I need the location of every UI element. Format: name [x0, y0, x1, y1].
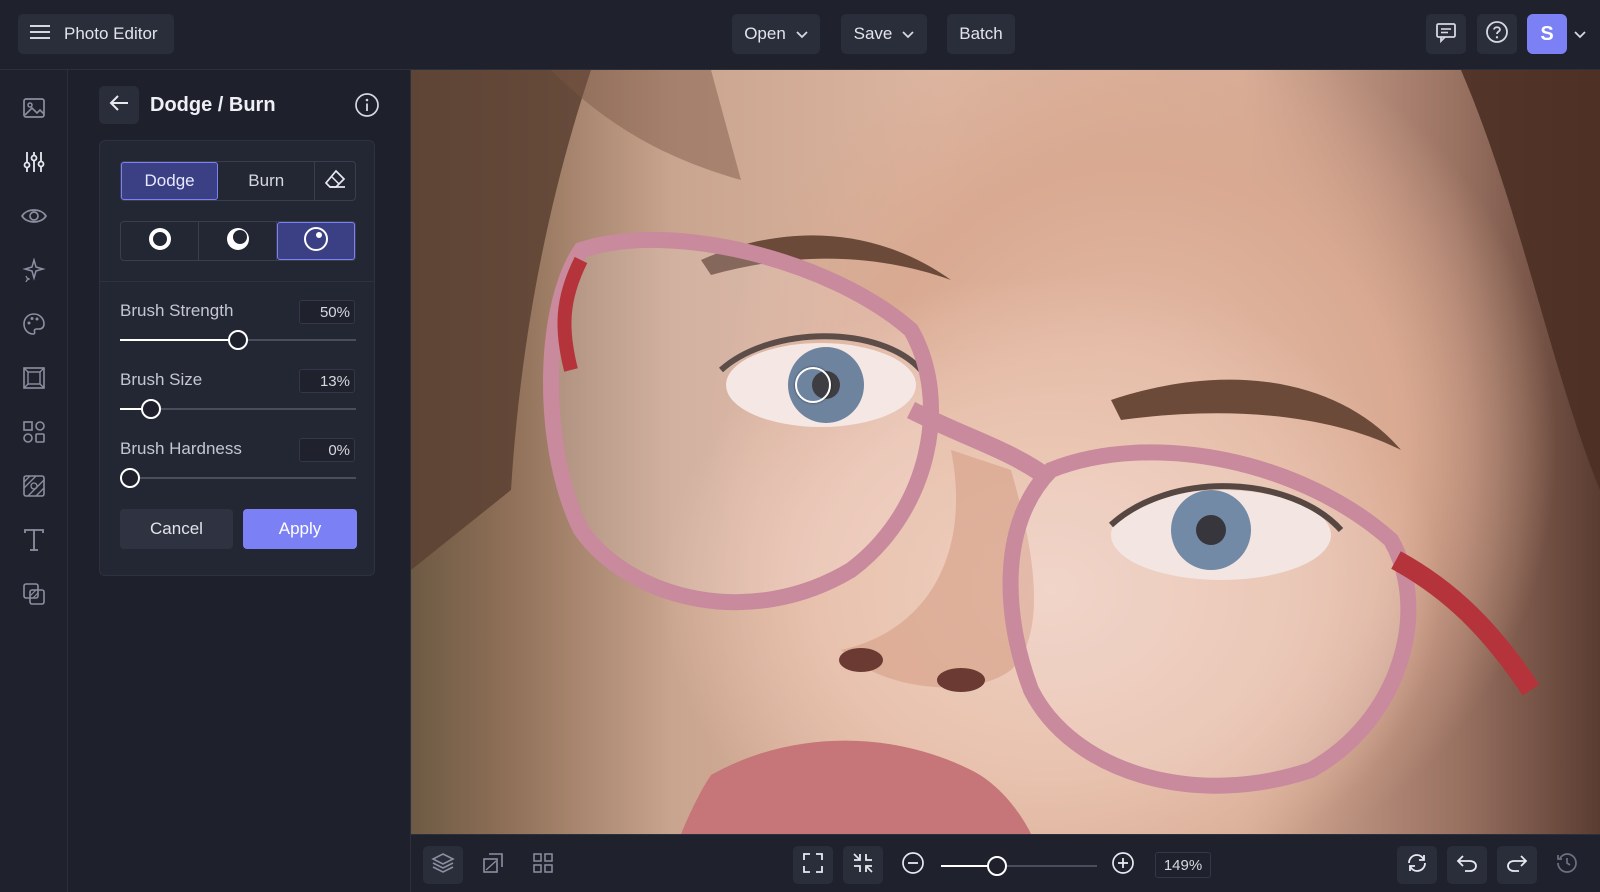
open-button[interactable]: Open: [732, 14, 820, 54]
palette-icon[interactable]: [20, 310, 48, 338]
zoom-percentage[interactable]: 149%: [1155, 852, 1211, 878]
apply-button[interactable]: Apply: [243, 509, 357, 549]
brush-size-value[interactable]: 13%: [299, 369, 355, 393]
help-icon: [1485, 20, 1509, 49]
slider-handle[interactable]: [120, 468, 140, 488]
arrow-left-icon: [109, 94, 129, 116]
sliders-icon[interactable]: [20, 148, 48, 176]
shrink-icon: [852, 852, 874, 879]
shadows-range-button[interactable]: [121, 222, 199, 260]
cancel-label: Cancel: [150, 519, 203, 538]
divider: [100, 281, 374, 282]
zoom-in-button[interactable]: [1103, 846, 1143, 884]
open-label: Open: [744, 24, 786, 43]
brush-strength-slider[interactable]: [120, 330, 356, 350]
eye-icon[interactable]: [20, 202, 48, 230]
zoom-slider[interactable]: [941, 856, 1097, 876]
reset-button[interactable]: [1397, 846, 1437, 884]
portrait-photo: [411, 70, 1600, 834]
cancel-button[interactable]: Cancel: [120, 509, 233, 549]
refresh-icon: [1406, 852, 1428, 879]
chevron-down-icon: [902, 24, 915, 44]
brush-hardness-value[interactable]: 0%: [299, 438, 355, 462]
zoom-out-button[interactable]: [893, 846, 933, 884]
shapes-icon[interactable]: [20, 418, 48, 446]
history-button[interactable]: [1547, 846, 1587, 884]
chevron-down-icon: [796, 24, 808, 44]
dodge-burn-settings-card: Dodge Burn Brush Strength 50% Brush Size…: [99, 140, 375, 576]
batch-label: Batch: [959, 24, 1003, 43]
back-button[interactable]: [99, 86, 139, 124]
redo-button[interactable]: [1497, 846, 1537, 884]
brush-strength-value[interactable]: 50%: [299, 300, 355, 324]
highlights-range-button[interactable]: [277, 222, 355, 260]
layers-icon: [431, 852, 455, 879]
zoom-out-icon: [901, 851, 925, 880]
grid-button[interactable]: [523, 846, 563, 884]
panel-title: Dodge / Burn: [150, 94, 276, 116]
brush-hardness-slider[interactable]: [120, 468, 356, 488]
texture-icon[interactable]: [20, 472, 48, 500]
dodge-label: Dodge: [144, 171, 195, 190]
top-bar: Photo Editor Open Save Batch S: [0, 0, 1600, 70]
info-icon[interactable]: [354, 92, 380, 123]
burn-label: Burn: [248, 171, 285, 190]
app-title: Photo Editor: [64, 24, 158, 43]
layers-button[interactable]: [423, 846, 463, 884]
batch-button[interactable]: Batch: [947, 14, 1015, 54]
tool-rail: [0, 70, 68, 892]
midtones-circle-icon: [225, 226, 251, 257]
comment-icon: [1435, 21, 1457, 48]
dodge-burn-panel: Dodge / Burn Dodge Burn Brush Strength 5…: [68, 70, 411, 892]
user-avatar[interactable]: S: [1527, 14, 1567, 54]
shrink-button[interactable]: [843, 846, 883, 884]
brush-size-slider[interactable]: [120, 399, 356, 419]
brush-hardness-label: Brush Hardness: [120, 439, 242, 458]
save-button[interactable]: Save: [841, 14, 927, 54]
brush-cursor: [795, 367, 831, 403]
highlights-circle-icon: [303, 226, 329, 257]
chevron-down-icon[interactable]: [1574, 26, 1586, 44]
bottom-toolbar: 149%: [411, 834, 1600, 892]
dodge-mode-button[interactable]: Dodge: [121, 162, 219, 200]
brush-strength-label: Brush Strength: [120, 301, 234, 320]
save-label: Save: [853, 24, 893, 43]
apply-label: Apply: [278, 519, 322, 538]
comments-button[interactable]: [1426, 14, 1466, 54]
fit-screen-button[interactable]: [793, 846, 833, 884]
eraser-icon: [324, 169, 346, 194]
expand-icon: [802, 852, 824, 879]
slider-handle[interactable]: [140, 399, 161, 419]
frame-icon[interactable]: [20, 364, 48, 392]
help-button[interactable]: [1477, 14, 1517, 54]
slider-handle[interactable]: [228, 330, 248, 350]
photo-canvas[interactable]: [411, 70, 1600, 834]
image-icon[interactable]: [20, 94, 48, 122]
sparkles-icon[interactable]: [20, 256, 48, 284]
compare-icon: [482, 852, 504, 879]
mode-toggle: Dodge Burn: [120, 161, 356, 201]
avatar-initial: S: [1540, 22, 1554, 45]
slider-fill: [120, 339, 238, 341]
layers-overlay-icon[interactable]: [20, 580, 48, 608]
undo-icon: [1455, 853, 1479, 878]
undo-button[interactable]: [1447, 846, 1487, 884]
brush-size-label: Brush Size: [120, 370, 203, 389]
tone-range-toggle: [120, 221, 356, 261]
grid-icon: [532, 852, 554, 879]
hamburger-menu-icon: [30, 24, 50, 45]
eraser-button[interactable]: [315, 162, 355, 200]
burn-mode-button[interactable]: Burn: [218, 162, 316, 200]
app-menu-button[interactable]: Photo Editor: [18, 14, 174, 54]
redo-icon: [1505, 853, 1529, 878]
history-icon: [1556, 852, 1578, 879]
midtones-range-button[interactable]: [199, 222, 277, 260]
zoom-in-icon: [1111, 851, 1135, 880]
zoom-slider-handle[interactable]: [987, 856, 1008, 876]
compare-button[interactable]: [473, 846, 513, 884]
text-icon[interactable]: [20, 526, 48, 554]
shadows-circle-icon: [147, 226, 173, 257]
